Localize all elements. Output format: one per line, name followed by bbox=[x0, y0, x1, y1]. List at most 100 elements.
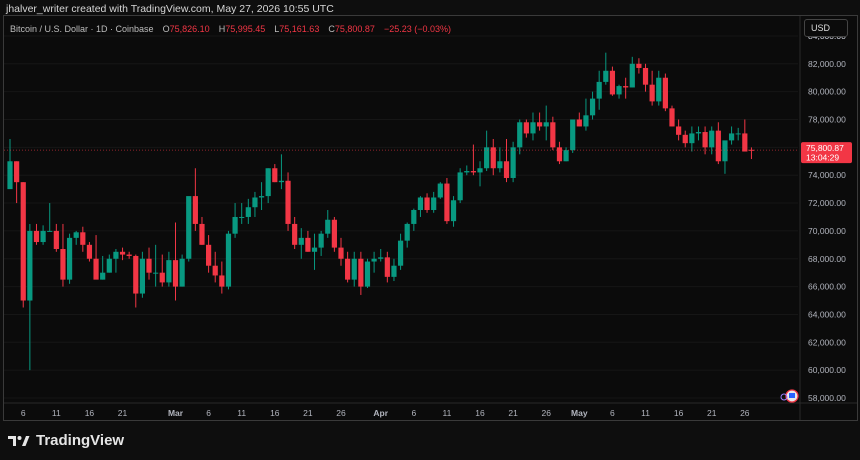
candle[interactable] bbox=[146, 247, 152, 280]
candle[interactable] bbox=[510, 141, 516, 183]
candle[interactable] bbox=[73, 230, 79, 245]
candle[interactable] bbox=[252, 191, 258, 217]
candle[interactable] bbox=[550, 116, 556, 151]
candle[interactable] bbox=[728, 126, 735, 145]
candle[interactable] bbox=[378, 249, 384, 262]
candle[interactable] bbox=[517, 119, 523, 155]
candle[interactable] bbox=[722, 140, 728, 174]
candle[interactable] bbox=[212, 251, 218, 283]
candle[interactable] bbox=[437, 182, 443, 199]
candle[interactable] bbox=[623, 77, 629, 99]
candle[interactable] bbox=[66, 233, 73, 284]
candle[interactable] bbox=[695, 126, 702, 141]
candle[interactable] bbox=[338, 237, 344, 266]
candle[interactable] bbox=[464, 165, 470, 176]
candle[interactable] bbox=[325, 210, 331, 238]
candle[interactable] bbox=[735, 127, 741, 141]
candle[interactable] bbox=[93, 235, 99, 280]
candle[interactable] bbox=[629, 56, 635, 88]
candle[interactable] bbox=[424, 193, 430, 213]
candle[interactable] bbox=[100, 255, 106, 280]
candle[interactable] bbox=[484, 130, 490, 172]
candle[interactable] bbox=[206, 235, 212, 273]
candle[interactable] bbox=[676, 119, 682, 141]
candle[interactable] bbox=[742, 119, 748, 152]
candle[interactable] bbox=[278, 154, 285, 190]
candle[interactable] bbox=[662, 73, 668, 112]
price-chart[interactable]: 58,000.00 60,000.00 62,000.00 64,000.00 66,0… bbox=[0, 0, 860, 460]
candle[interactable] bbox=[33, 223, 40, 245]
candle[interactable] bbox=[186, 196, 192, 262]
candle[interactable] bbox=[60, 223, 66, 287]
candle[interactable] bbox=[523, 119, 529, 138]
candle[interactable] bbox=[265, 168, 271, 204]
candle[interactable] bbox=[133, 254, 139, 308]
candle[interactable] bbox=[225, 230, 232, 290]
candle[interactable] bbox=[616, 84, 622, 99]
candle[interactable] bbox=[537, 112, 543, 131]
candle[interactable] bbox=[364, 258, 371, 288]
candle[interactable] bbox=[444, 177, 450, 224]
candle[interactable] bbox=[404, 222, 410, 248]
candle[interactable] bbox=[126, 251, 132, 259]
candle[interactable] bbox=[232, 203, 238, 238]
symbol-title[interactable]: Bitcoin / U.S. Dollar · 1D · Coinbase bbox=[10, 24, 154, 34]
candle[interactable] bbox=[199, 216, 205, 245]
candle[interactable] bbox=[609, 66, 616, 96]
candle[interactable] bbox=[636, 58, 642, 74]
currency-button[interactable]: USD bbox=[804, 19, 848, 37]
candle[interactable] bbox=[292, 216, 298, 250]
candle[interactable] bbox=[298, 228, 304, 259]
candle[interactable] bbox=[153, 244, 159, 287]
candle[interactable] bbox=[748, 147, 755, 160]
candle[interactable] bbox=[556, 141, 563, 165]
candle[interactable] bbox=[179, 254, 185, 287]
candle[interactable] bbox=[159, 254, 165, 287]
candle[interactable] bbox=[113, 249, 119, 273]
candle[interactable] bbox=[53, 223, 59, 252]
candle[interactable] bbox=[345, 251, 351, 283]
candle[interactable] bbox=[543, 105, 549, 141]
candle[interactable] bbox=[570, 119, 576, 153]
candle[interactable] bbox=[490, 138, 496, 176]
events-icon[interactable] bbox=[780, 389, 799, 403]
candle[interactable] bbox=[27, 223, 33, 371]
candle[interactable] bbox=[669, 105, 675, 127]
candle[interactable] bbox=[450, 196, 457, 227]
candle[interactable] bbox=[351, 251, 357, 287]
candle[interactable] bbox=[285, 172, 291, 231]
candle[interactable] bbox=[106, 254, 112, 273]
candle[interactable] bbox=[192, 168, 198, 231]
candle[interactable] bbox=[331, 216, 337, 252]
candle[interactable] bbox=[318, 230, 324, 256]
candle[interactable] bbox=[715, 122, 721, 165]
candle[interactable] bbox=[384, 251, 390, 283]
candle[interactable] bbox=[305, 230, 311, 252]
candle[interactable] bbox=[642, 63, 649, 92]
candle[interactable] bbox=[272, 164, 278, 183]
candle[interactable] bbox=[603, 52, 609, 85]
candle[interactable] bbox=[166, 251, 172, 287]
candle[interactable] bbox=[14, 161, 20, 204]
candle[interactable] bbox=[40, 225, 46, 245]
candle[interactable] bbox=[583, 98, 589, 131]
candle[interactable] bbox=[470, 144, 476, 176]
candle[interactable] bbox=[497, 147, 503, 173]
candle[interactable] bbox=[682, 130, 688, 148]
candle[interactable] bbox=[258, 182, 265, 211]
candle[interactable] bbox=[311, 233, 318, 270]
candle[interactable] bbox=[477, 161, 483, 187]
candle[interactable] bbox=[391, 258, 397, 282]
candle[interactable] bbox=[417, 196, 424, 217]
candle[interactable] bbox=[563, 147, 569, 162]
candle[interactable] bbox=[431, 191, 437, 213]
candle[interactable] bbox=[596, 70, 602, 110]
candle[interactable] bbox=[239, 203, 245, 224]
candle[interactable] bbox=[530, 112, 536, 141]
candle[interactable] bbox=[576, 112, 582, 127]
candle[interactable] bbox=[219, 261, 225, 294]
candle[interactable] bbox=[86, 242, 93, 262]
candle[interactable] bbox=[371, 251, 377, 273]
candle[interactable] bbox=[649, 70, 655, 106]
candle[interactable] bbox=[397, 233, 404, 270]
